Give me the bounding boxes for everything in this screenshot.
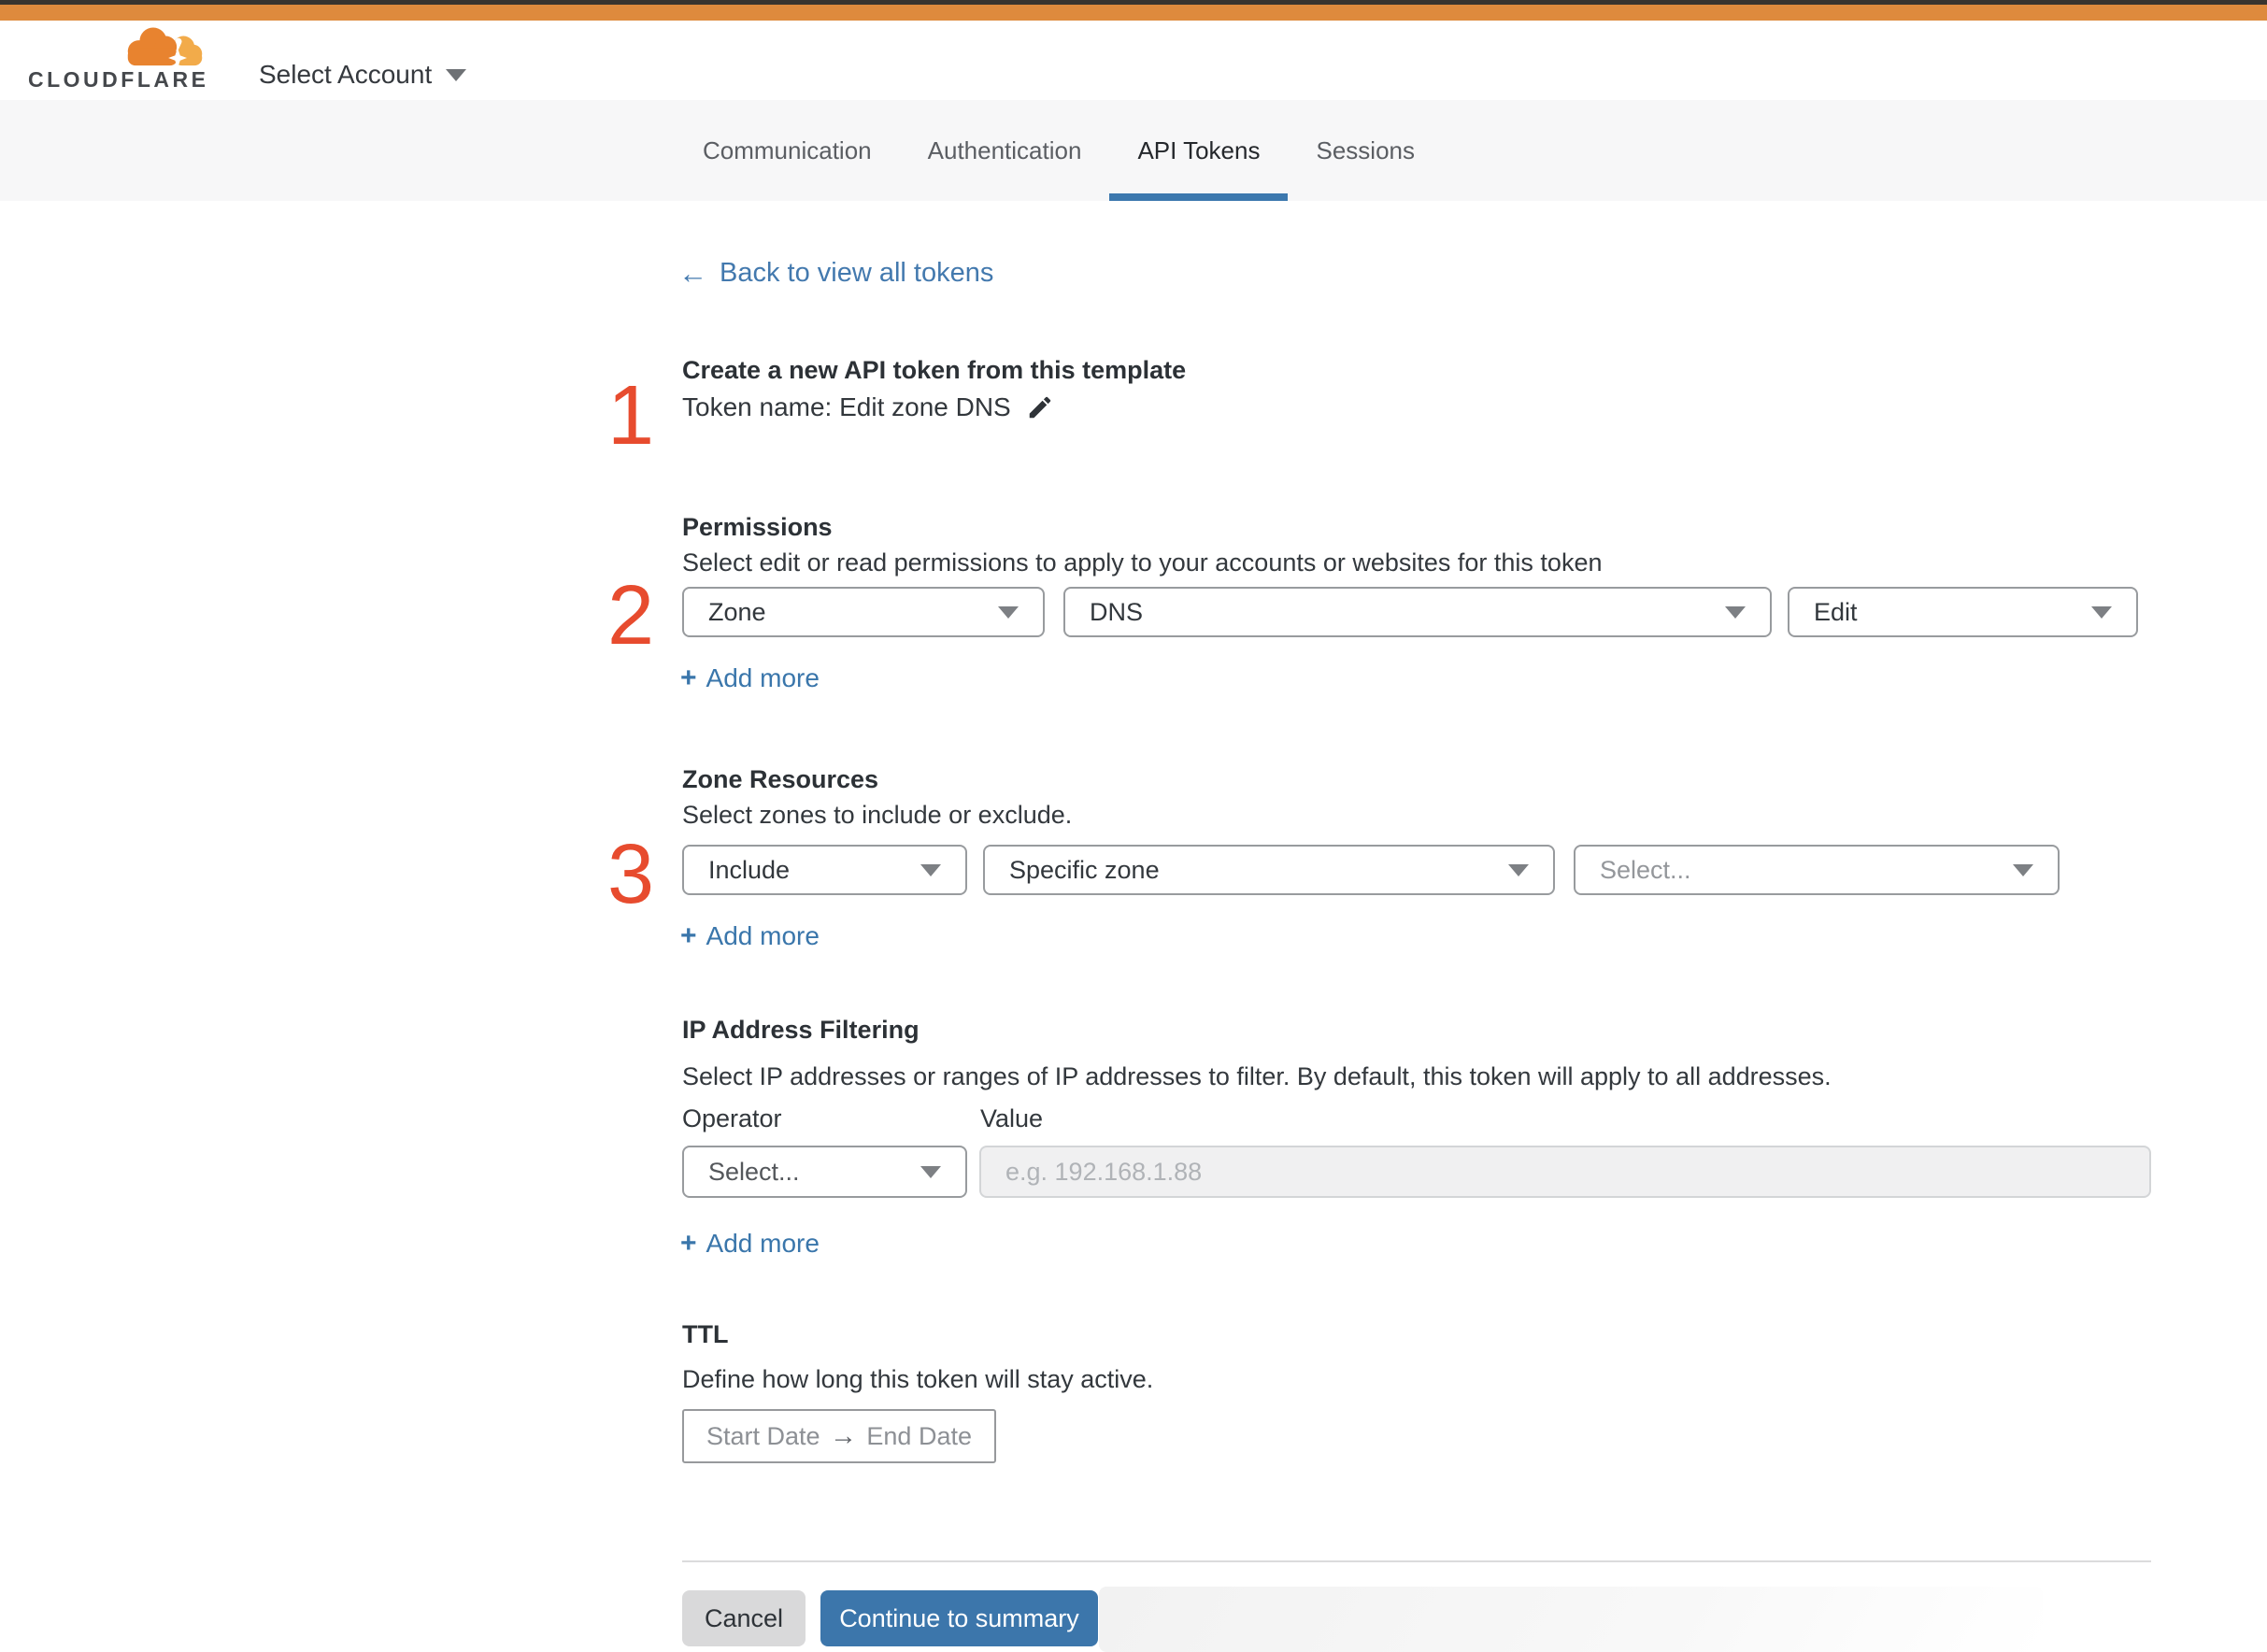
zone-resources-add-more-link[interactable]: + Add more bbox=[680, 921, 820, 951]
tab-authentication[interactable]: Authentication bbox=[900, 100, 1110, 201]
ttl-description: Define how long this token will stay act… bbox=[682, 1365, 1154, 1393]
ip-operator-value: Select... bbox=[708, 1157, 800, 1186]
tab-communication[interactable]: Communication bbox=[675, 100, 900, 201]
zone-type-dropdown[interactable]: Specific zone bbox=[983, 845, 1555, 895]
add-more-label: Add more bbox=[706, 921, 820, 950]
token-name-text: Token name: Edit zone DNS bbox=[682, 392, 1011, 421]
chevron-down-icon bbox=[446, 68, 467, 81]
end-date-placeholder: End Date bbox=[866, 1421, 972, 1450]
zone-select-dropdown[interactable]: Select... bbox=[1574, 845, 2060, 895]
ip-filtering-add-more-link[interactable]: + Add more bbox=[680, 1229, 820, 1259]
back-arrow-icon: ← bbox=[678, 257, 707, 290]
chevron-down-icon bbox=[920, 1165, 941, 1178]
permission-scope-value: Zone bbox=[708, 597, 766, 626]
tab-api-tokens[interactable]: API Tokens bbox=[1109, 100, 1289, 201]
account-selector[interactable]: Select Account bbox=[259, 60, 467, 90]
step-number-3: 3 bbox=[606, 828, 654, 921]
start-date-placeholder: Start Date bbox=[706, 1421, 820, 1450]
chevron-down-icon bbox=[998, 605, 1019, 619]
chevron-down-icon bbox=[2091, 605, 2112, 619]
cancel-button[interactable]: Cancel bbox=[682, 1590, 806, 1646]
ip-filtering-title: IP Address Filtering bbox=[682, 1016, 920, 1044]
permission-scope-dropdown[interactable]: Zone bbox=[682, 587, 1045, 637]
chevron-down-icon bbox=[920, 863, 941, 876]
value-label: Value bbox=[980, 1104, 1044, 1132]
cloudflare-logo-text: CLOUDFLARE bbox=[28, 67, 209, 92]
zone-select-placeholder: Select... bbox=[1600, 855, 1691, 884]
zone-operator-value: Include bbox=[708, 855, 791, 884]
ttl-date-range-picker[interactable]: Start Date → End Date bbox=[682, 1409, 996, 1463]
operator-label: Operator bbox=[682, 1104, 782, 1132]
add-more-label: Add more bbox=[706, 663, 820, 692]
continue-to-summary-button[interactable]: Continue to summary bbox=[820, 1590, 1098, 1646]
ttl-title: TTL bbox=[682, 1320, 729, 1348]
footer-shade bbox=[1099, 1587, 2043, 1652]
cloudflare-logo[interactable]: CLOUDFLARE bbox=[28, 21, 206, 97]
brand-top-bar bbox=[0, 5, 2267, 21]
account-selector-label: Select Account bbox=[259, 60, 433, 89]
ip-value-input[interactable] bbox=[979, 1146, 2151, 1198]
step-number-1: 1 bbox=[606, 369, 654, 463]
chevron-down-icon bbox=[2013, 863, 2033, 876]
ip-filtering-description: Select IP addresses or ranges of IP addr… bbox=[682, 1062, 1832, 1090]
chevron-down-icon bbox=[1725, 605, 1746, 619]
zone-operator-dropdown[interactable]: Include bbox=[682, 845, 967, 895]
add-more-label: Add more bbox=[706, 1229, 820, 1258]
back-link-label: Back to view all tokens bbox=[720, 258, 994, 288]
zone-resources-title: Zone Resources bbox=[682, 765, 879, 793]
footer-divider bbox=[682, 1560, 2151, 1562]
zone-type-value: Specific zone bbox=[1009, 855, 1160, 884]
permissions-title: Permissions bbox=[682, 513, 833, 541]
arrow-right-icon: → bbox=[829, 1420, 857, 1451]
edit-pencil-icon[interactable] bbox=[1026, 393, 1054, 421]
plus-icon: + bbox=[680, 662, 697, 693]
chevron-down-icon bbox=[1508, 863, 1529, 876]
permission-item-value: DNS bbox=[1090, 597, 1144, 626]
page: CLOUDFLARE Select Account Communication … bbox=[0, 0, 2267, 1652]
permissions-description: Select edit or read permissions to apply… bbox=[682, 548, 1603, 577]
header: CLOUDFLARE Select Account bbox=[0, 21, 2267, 100]
back-link[interactable]: ← Back to view all tokens bbox=[678, 258, 993, 289]
zone-resources-description: Select zones to include or exclude. bbox=[682, 801, 1073, 829]
tab-sessions[interactable]: Sessions bbox=[1288, 100, 1443, 201]
permission-item-dropdown[interactable]: DNS bbox=[1063, 587, 1772, 637]
permission-level-dropdown[interactable]: Edit bbox=[1788, 587, 2138, 637]
step-number-2: 2 bbox=[606, 569, 654, 662]
plus-icon: + bbox=[680, 1228, 697, 1259]
permission-level-value: Edit bbox=[1814, 597, 1858, 626]
token-name-line: Token name: Edit zone DNS bbox=[682, 392, 1054, 422]
template-section-title: Create a new API token from this templat… bbox=[682, 356, 1187, 384]
permissions-add-more-link[interactable]: + Add more bbox=[680, 663, 820, 693]
tab-bar: Communication Authentication API Tokens … bbox=[0, 100, 2267, 201]
ip-operator-dropdown[interactable]: Select... bbox=[682, 1146, 967, 1198]
plus-icon: + bbox=[680, 920, 697, 951]
